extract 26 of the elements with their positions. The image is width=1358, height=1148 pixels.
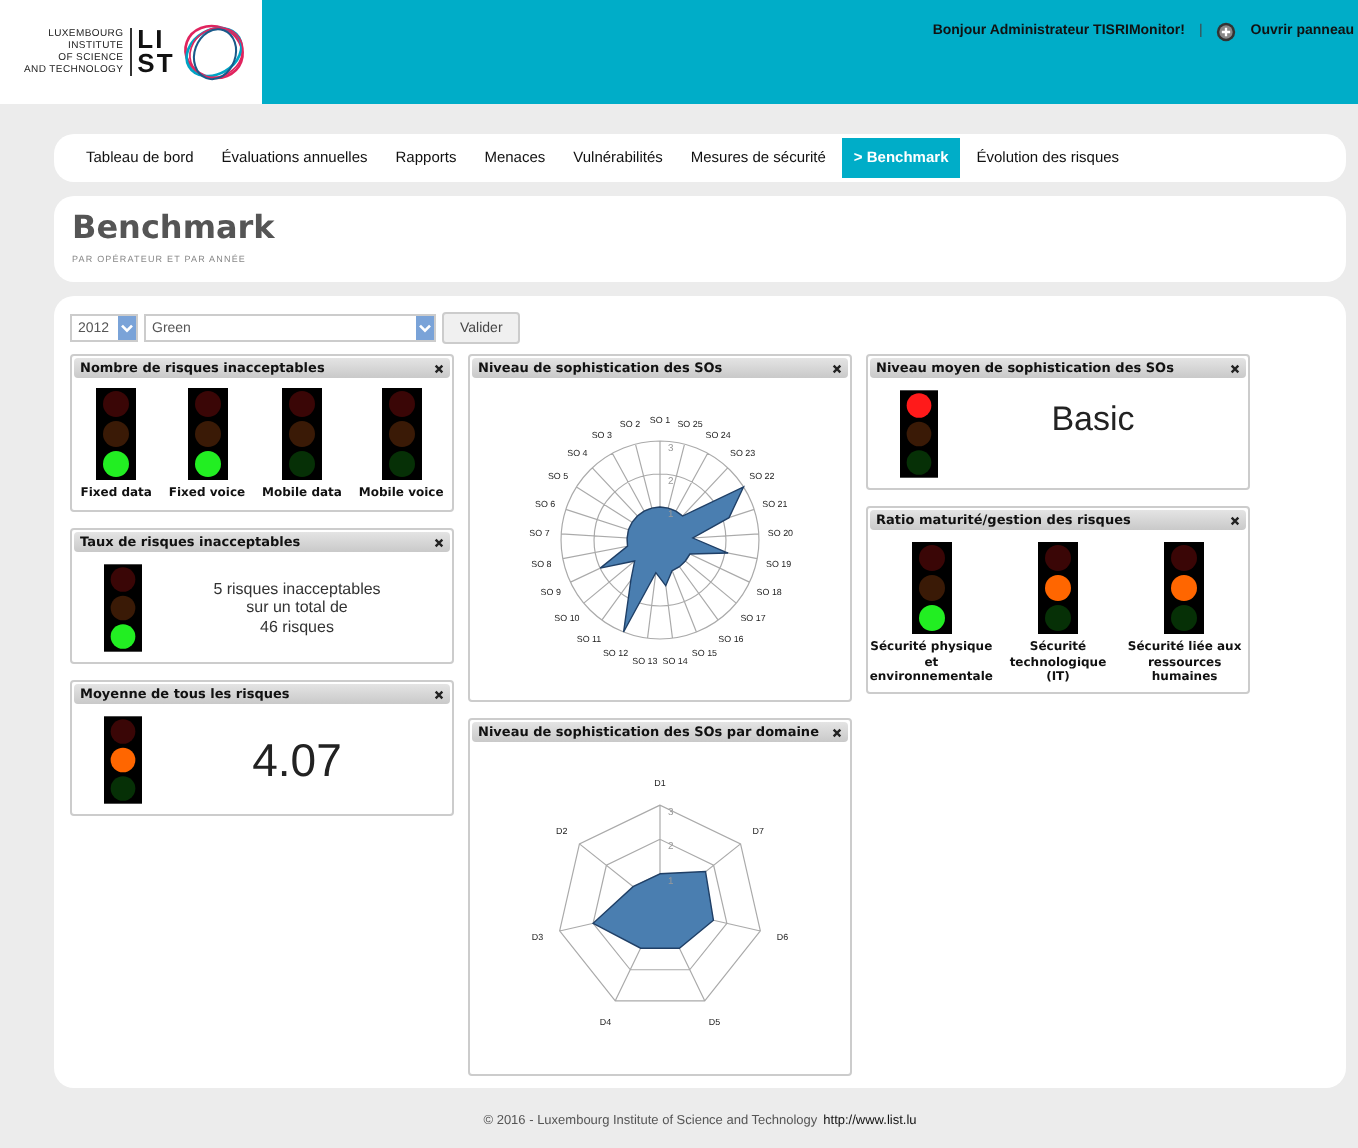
traffic-light-icon <box>282 388 322 480</box>
caret-icon <box>416 316 434 340</box>
close-icon[interactable] <box>1230 515 1240 525</box>
rate-text: 5 risques inacceptables <box>213 579 381 599</box>
traffic-light-icon <box>911 542 952 634</box>
logo-letters: LI <box>137 28 165 52</box>
caret-icon <box>118 316 136 340</box>
traffic-light-icon <box>1037 542 1078 634</box>
traffic-light-icon <box>96 388 137 480</box>
rate-text: sur un total de <box>246 598 348 618</box>
close-icon[interactable] <box>434 689 444 699</box>
rate-text: 46 risques <box>260 617 334 637</box>
plus-icon[interactable] <box>1216 22 1237 42</box>
traffic-light-icon <box>381 388 422 480</box>
close-icon[interactable] <box>434 537 444 547</box>
radar-area-drawing <box>591 870 715 949</box>
traffic-light-icon <box>1164 542 1205 634</box>
close-icon[interactable] <box>832 727 842 737</box>
average-value: 4.07 <box>250 733 344 787</box>
level-value: Basic <box>1049 400 1137 440</box>
close-icon[interactable] <box>832 363 842 373</box>
close-icon[interactable] <box>434 363 444 373</box>
close-icon[interactable] <box>1230 363 1240 373</box>
page-title: Benchmark <box>72 208 277 248</box>
logo-letters: ST <box>137 52 175 76</box>
traffic-light-icon <box>187 388 227 480</box>
